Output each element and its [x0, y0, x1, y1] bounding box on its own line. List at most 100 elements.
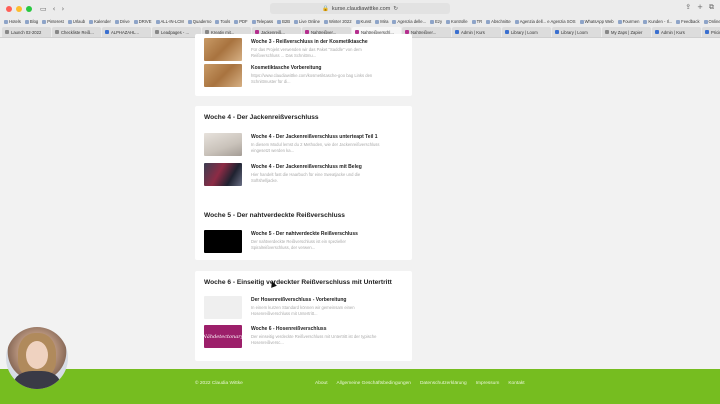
site-footer: © 2022 Claudia Wittke About Allgemeine G… [0, 369, 720, 404]
browser-tab[interactable]: Pricing - Kl... [702, 27, 720, 37]
tab-favicon [5, 30, 9, 34]
browser-toolbar: ▭ ‹ › 🔒 kurse.claudiawittke.com ↻ ⇪ + ⧉ [0, 0, 720, 17]
bookmark-icon [703, 19, 708, 24]
bookmark-item[interactable]: Telepass [251, 19, 273, 24]
bookmark-icon [234, 19, 239, 24]
bookmark-item[interactable]: PDF [234, 19, 248, 24]
bookmark-label: Fourmen [622, 19, 640, 24]
bookmark-item[interactable]: Agenzia delle... [392, 19, 426, 24]
minimize-window-button[interactable] [16, 5, 22, 12]
bookmark-icon [114, 19, 119, 24]
sidebar-toggle-icon[interactable]: ▭ [40, 5, 47, 13]
bookmark-item[interactable]: Online - Naht [703, 19, 720, 24]
tab-favicon [655, 30, 659, 34]
lesson-item[interactable]: Nähdetectonary Woche 6 - Hosenreißversch… [203, 325, 404, 349]
bookmark-item[interactable]: Feedback [676, 19, 700, 24]
browser-tab[interactable]: Leadpages - ... [152, 27, 201, 37]
bookmark-label: Winter 2022 [328, 19, 352, 24]
share-icon[interactable]: ⇪ [685, 3, 691, 12]
address-bar-url: kurse.claudiawittke.com [331, 5, 391, 12]
lesson-title: Woche 6 - Hosenreißverschluss [251, 326, 327, 332]
bookmark-label: DRIVE [138, 19, 152, 24]
bookmark-label: Ezy [435, 19, 443, 24]
lesson-item[interactable]: Der Hosenreißverschluss - Vorbereitung I… [204, 296, 404, 320]
bookmark-icon [323, 19, 328, 24]
address-bar[interactable]: 🔒 kurse.claudiawittke.com ↻ [270, 3, 450, 14]
footer-link-agb[interactable]: Allgemeine Geschäftsbedingungen [337, 381, 411, 386]
bookmark-item[interactable]: TR [471, 19, 482, 24]
bookmark-item[interactable]: DRIVE [133, 19, 152, 24]
bookmark-label: Hotels [9, 19, 21, 24]
tab-overview-icon[interactable]: ⧉ [709, 3, 714, 12]
back-icon[interactable]: ‹ [53, 5, 56, 13]
bookmark-item[interactable]: Tools [215, 19, 230, 24]
browser-tab[interactable]: Admin | Kurs [652, 27, 701, 37]
bookmark-label: Mira [380, 19, 389, 24]
browser-tab[interactable]: Admin | Kurs [452, 27, 501, 37]
bookmark-item[interactable]: Hotels [4, 19, 21, 24]
week5-card: Woche 5 - Der nahtverdeckte Reißverschlu… [195, 204, 412, 260]
bookmark-label: B2B [282, 19, 291, 24]
bookmark-label: Agenzia dell... e Agenzia SOS [519, 19, 576, 24]
week6-card: Woche 6 - Einseitig verdeckter Reißversc… [195, 271, 412, 361]
browser-tab[interactable]: Library | Loom [502, 27, 551, 37]
bookmark-item[interactable]: B2B [277, 19, 290, 24]
tab-label: Nahtreißver... [411, 29, 437, 35]
footer-link-contact[interactable]: Kontakt [508, 381, 524, 386]
bookmark-icon [643, 19, 648, 24]
bookmark-item[interactable]: Blog [24, 19, 38, 24]
lesson-item[interactable]: Woche 4 - Der Jackenreißverschluss unter… [204, 133, 404, 157]
bookmark-item[interactable]: Pinterest [42, 19, 64, 24]
footer-copyright: © 2022 Claudia Wittke [195, 381, 243, 386]
bookmark-item[interactable]: WhatsApp Web [579, 19, 614, 24]
bookmark-label: Kunden - Il... [648, 19, 673, 24]
bookmark-item[interactable]: Drive [114, 19, 130, 24]
browser-tab[interactable]: My Zaps | Zapier [602, 27, 651, 37]
bookmark-item[interactable]: Kalender [89, 19, 111, 24]
lesson-item[interactable]: Woche 5 - Der nahtverdeckte Reißverschlu… [204, 230, 404, 254]
bookmark-label: Kunst [360, 19, 372, 24]
bookmark-item[interactable]: ALL-IN-LCM [155, 19, 184, 24]
browser-tab[interactable]: Library | Loom [552, 27, 601, 37]
browser-tab[interactable]: Checkliste Reiß... [52, 27, 101, 37]
bookmark-icon [486, 19, 491, 24]
bookmark-label: Agenzia delle... [397, 19, 427, 24]
lesson-item[interactable]: Woche 4 - Der Jackenreißverschluss mit B… [204, 163, 404, 187]
tab-label: Launch 02-2022 [11, 29, 42, 35]
bookmark-item[interactable]: Abschnitte [486, 19, 511, 24]
bookmark-item[interactable]: Ezy [430, 19, 442, 24]
footer-link-privacy[interactable]: Datenschutzerklärung [420, 381, 467, 386]
browser-tab[interactable]: Launch 02-2022 [2, 27, 51, 37]
bookmark-item[interactable]: Quaderno [187, 19, 211, 24]
bookmark-item[interactable]: Urlaub [67, 19, 85, 24]
footer-link-about[interactable]: About [315, 381, 328, 386]
bookmark-label: PDF [239, 19, 248, 24]
lesson-description: Hier handelt fast die Haarbuch für eine … [251, 172, 361, 183]
bookmark-item[interactable]: Winter 2022 [323, 19, 352, 24]
new-tab-icon[interactable]: + [697, 3, 703, 12]
bookmark-label: Pinterest [47, 19, 64, 24]
close-window-button[interactable] [6, 5, 12, 12]
zoom-window-button[interactable] [26, 5, 32, 12]
bookmark-item[interactable]: Kontrolle [446, 19, 468, 24]
presenter-face [26, 341, 48, 369]
lesson-title: Kosmetiktasche Vorbereitung [251, 65, 322, 71]
bookmark-item[interactable]: Kunden - Il... [643, 19, 672, 24]
bookmark-icon [67, 19, 72, 24]
forward-icon[interactable]: › [61, 5, 64, 13]
lesson-item[interactable]: Woche 3 - Reißverschluss in der Kosmetik… [204, 38, 404, 62]
bookmark-item[interactable]: Mira [375, 19, 388, 24]
bookmark-label: Kalender [94, 19, 111, 24]
tab-label: Leadpages - ... [161, 29, 189, 35]
bookmark-item[interactable]: Fourmen [617, 19, 640, 24]
reload-icon[interactable]: ↻ [393, 6, 398, 12]
lesson-item[interactable]: Kosmetiktasche Vorbereitung https://www.… [204, 64, 404, 88]
footer-link-imprint[interactable]: Impressum [476, 381, 500, 386]
lesson-thumbnail [204, 163, 242, 186]
bookmark-item[interactable]: Kunst [355, 19, 372, 24]
bookmark-item[interactable]: Agenzia dell... e Agenzia SOS [514, 19, 576, 24]
lesson-title: Der Hosenreißverschluss - Vorbereitung [251, 297, 347, 303]
bookmark-item[interactable]: Live Online [294, 19, 320, 24]
bookmark-icon [277, 19, 282, 24]
browser-tab[interactable]: ALPHAZAHL... [102, 27, 151, 37]
